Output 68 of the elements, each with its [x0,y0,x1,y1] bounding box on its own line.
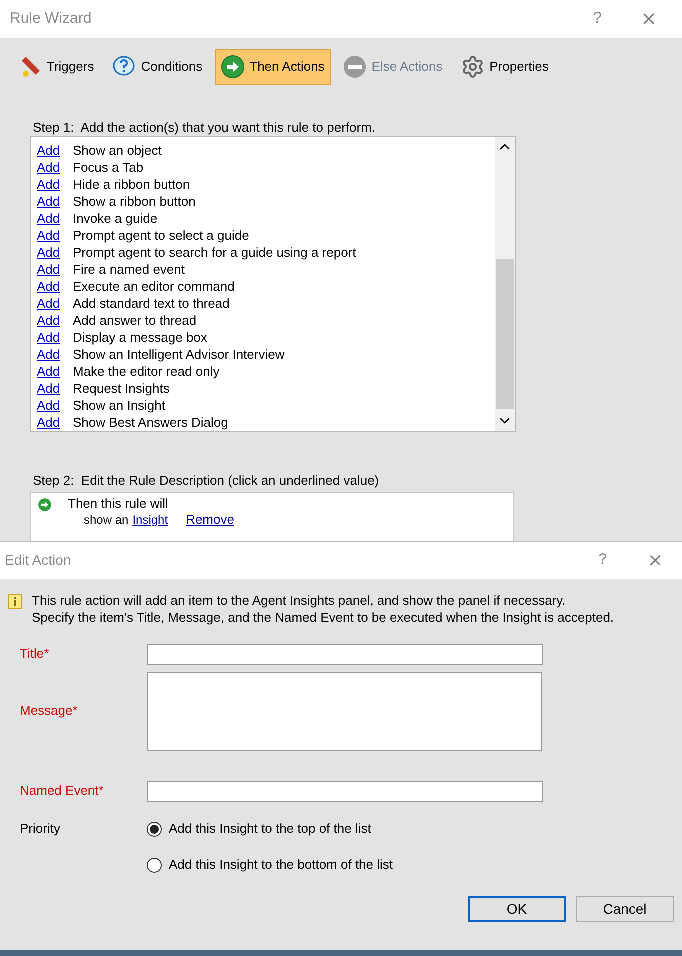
priority-label: Priority [20,820,62,838]
add-link[interactable]: Add [37,159,73,176]
action-label: Add answer to thread [73,312,197,329]
action-label: Show a ribbon button [73,193,196,210]
action-label: Display a message box [73,329,208,346]
info-text: This rule action will add an item to the Agent Insights panel, and show the panel if necessary. [32,592,567,609]
step-label: Step 1: Add the action(s) that you want this rule to perform. [33,119,377,136]
dialog-button[interactable]: OK [468,896,566,922]
action-label: Add standard text to thread [73,295,230,312]
input-field[interactable] [147,644,543,664]
scroll-thumb[interactable] [496,259,514,409]
action-label: Show Best Answers Dialog [73,414,228,431]
arrow-circle-icon [220,55,245,79]
action-label: Show an object [73,142,162,159]
radio-button[interactable] [147,858,162,872]
toolbar-tab[interactable]: Then Actions [214,49,331,85]
action-label: Execute an editor command [73,278,235,295]
action-label: Fire a named event [73,261,186,278]
action-label: Show an Intelligent Advisor Interview [73,346,285,363]
radio-button[interactable] [147,822,162,836]
field-label: Title* [20,645,50,664]
window-title: Rule Wizard [10,8,92,29]
minus-circle-icon [342,55,367,79]
add-link[interactable]: Add [37,244,73,261]
step-label: Step 2: Edit the Rule Description (click an underlined value) [33,472,380,489]
add-link[interactable]: Add [37,261,73,278]
action-label: Show an Insight [73,397,166,414]
add-link[interactable]: Add [37,227,73,244]
add-link[interactable]: Add [37,312,73,329]
toolbar-tab[interactable]: Conditions [106,49,209,85]
add-link[interactable]: Add [37,295,73,312]
toolbar-tab[interactable]: Triggers [12,49,100,85]
gear-icon [460,55,485,79]
action-label: Invoke a guide [73,210,158,227]
action-label: Request Insights [73,380,170,397]
info-text: Specify the item's Title, Message, and the Named Event to be executed when the Insight is accepted. [32,609,614,626]
arrow-circle-icon [38,498,52,512]
message-field[interactable] [147,672,542,750]
add-link[interactable]: Add [37,346,73,363]
insight-link[interactable]: Insight [132,512,168,528]
add-link[interactable]: Add [37,363,73,380]
info-icon [8,594,22,609]
description-text: Then this rule will [68,496,170,512]
description-text: show an [84,512,129,528]
add-link[interactable]: Add [37,397,73,414]
toolbar-tab[interactable]: Properties [454,49,555,85]
add-link[interactable]: Add [37,278,73,295]
add-link[interactable]: Add [37,176,73,193]
add-link[interactable]: Add [37,210,73,227]
input-field[interactable] [147,780,543,802]
field-label: Named Event* [20,782,105,800]
field-label: Message* [20,702,79,720]
action-label: Focus a Tab [73,159,144,176]
dialog-button[interactable]: Cancel [576,896,674,922]
add-link[interactable]: Add [37,193,73,210]
radio-label: Add this Insight to the top of the list [169,820,372,838]
dialog-title: Edit Action [5,551,72,570]
action-label: Hide a ribbon button [73,176,190,193]
remove-link[interactable]: Remove [186,512,234,528]
add-link[interactable]: Add [37,142,73,159]
action-label: Prompt agent to select a guide [73,227,250,244]
radio-label: Add this Insight to the bottom of the list [169,856,394,874]
add-link[interactable]: Add [37,414,73,431]
action-label: Make the editor read only [73,363,220,380]
action-label: Prompt agent to search for a guide using a report [73,244,356,261]
scrollbar[interactable] [495,137,515,431]
add-link[interactable]: Add [37,329,73,346]
add-link[interactable]: Add [37,380,73,397]
